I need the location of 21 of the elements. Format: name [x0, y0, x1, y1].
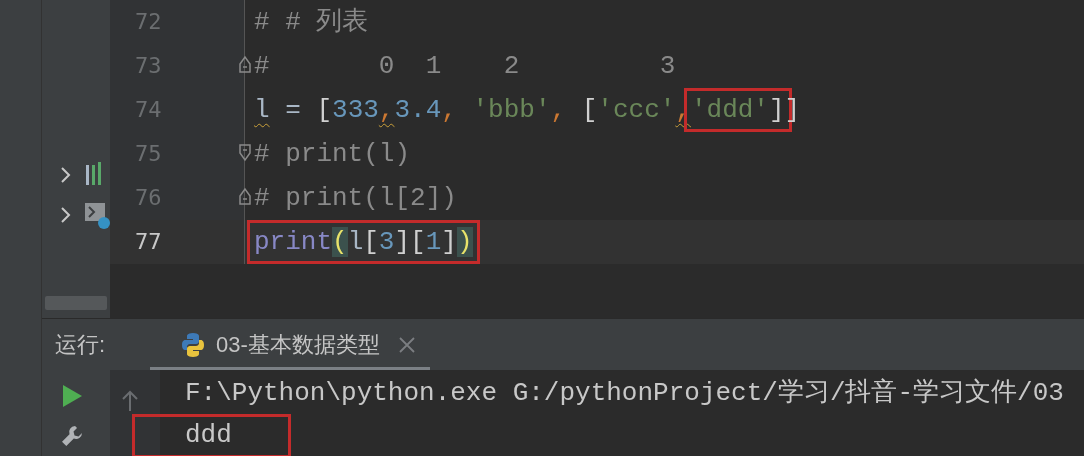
code-line: # print(l[2]) — [253, 182, 458, 215]
line-number: 74 — [134, 96, 162, 124]
run-icon[interactable] — [61, 384, 83, 408]
line-number: 75 — [134, 140, 162, 168]
line-number: 76 — [134, 184, 162, 212]
line-number: 72 — [134, 8, 162, 36]
wrench-icon[interactable] — [60, 424, 84, 448]
line-number: 73 — [134, 52, 162, 80]
console-output-line: F:\Python\python.exe G:/pythonProject/学习/抖音-学习文件/03 — [185, 378, 1064, 408]
python-icon — [180, 331, 206, 358]
close-icon[interactable] — [397, 335, 416, 354]
chevron-icon[interactable] — [60, 166, 72, 184]
scrollbar-thumb[interactable] — [45, 296, 107, 310]
up-arrow-icon[interactable] — [120, 390, 140, 412]
line-number: 77 — [134, 228, 162, 256]
run-tab[interactable]: 03-基本数据类型 — [150, 318, 430, 371]
code-line: # 0 1 2 3 — [253, 50, 677, 83]
code-line: # # 列表 — [253, 6, 370, 39]
run-label: 运行: — [54, 331, 107, 359]
code-line: # print(l) — [253, 138, 412, 171]
chevron-icon[interactable] — [60, 206, 72, 224]
